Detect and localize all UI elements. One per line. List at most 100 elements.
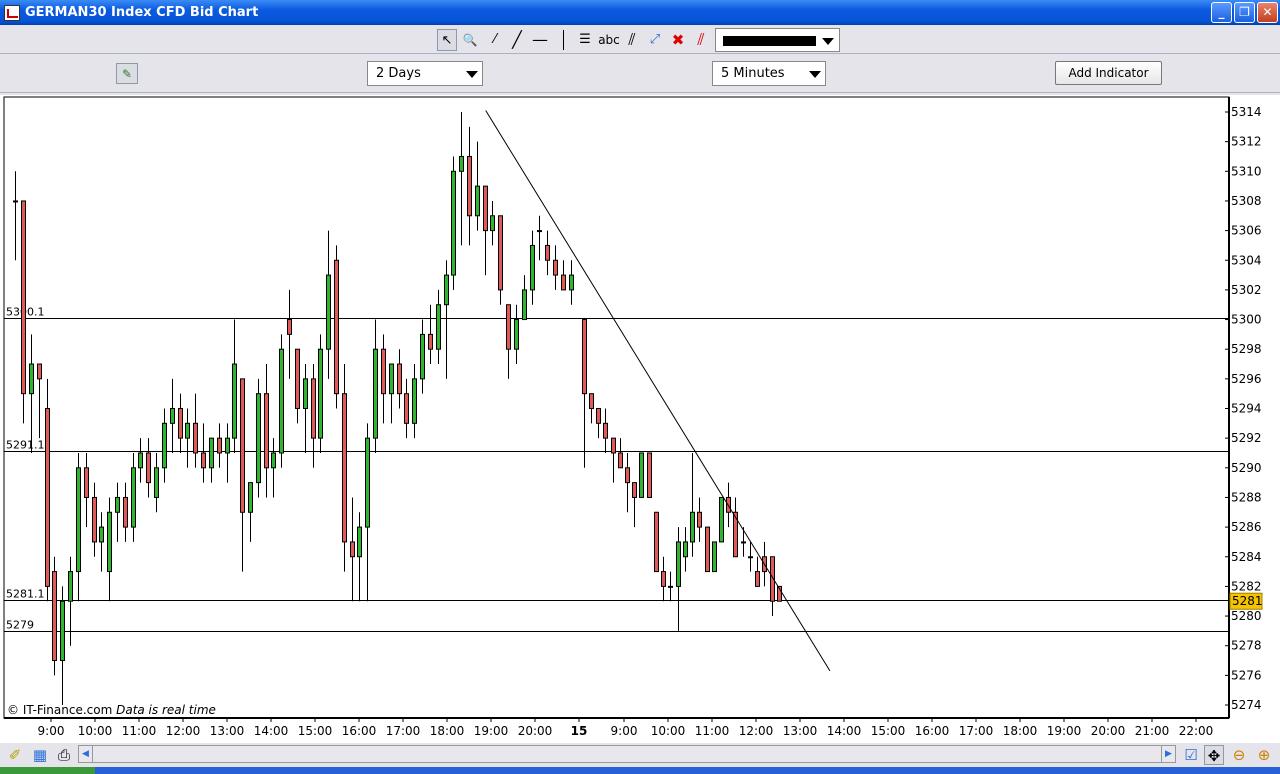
candle-body xyxy=(84,467,89,498)
zoom-icon: 🔍 xyxy=(462,33,478,47)
x-tick-label: 22:00 xyxy=(1179,724,1214,738)
zoom-in-icon[interactable]: ⊕ xyxy=(1254,745,1274,765)
candle xyxy=(52,556,57,676)
y-tick-label: 5280 xyxy=(1231,609,1262,623)
extend-line-tool[interactable]: ⤢ xyxy=(645,29,665,51)
y-tick-label: 5284 xyxy=(1231,550,1262,564)
candle-body xyxy=(37,363,42,380)
candle xyxy=(318,334,323,453)
plot-frame xyxy=(3,96,1230,719)
pan-icon[interactable]: ✥ xyxy=(1204,745,1224,765)
candle-body xyxy=(232,363,237,439)
candle-body xyxy=(490,215,495,232)
minimize-button[interactable]: _ xyxy=(1211,2,1232,23)
properties-icon[interactable]: ▦ xyxy=(30,745,50,765)
print-icon[interactable]: ⎙ xyxy=(54,745,74,765)
candle-body xyxy=(506,304,511,350)
bottom-toolbar: ✐ ▦ ⎙ ◀ ▶ ☑ ✥ ⊖ ⊕ xyxy=(0,743,1280,767)
x-tick-label: 18:00 xyxy=(1003,724,1038,738)
candle-body xyxy=(264,393,269,469)
candle-body xyxy=(146,452,151,484)
delete-all-lines-tool[interactable]: ⫽ xyxy=(691,29,711,51)
zoom-out-icon[interactable]: ⊖ xyxy=(1229,745,1249,765)
x-tick-label: 16:00 xyxy=(915,724,950,738)
taskbar xyxy=(0,767,1280,774)
candle xyxy=(647,452,652,498)
candle-body xyxy=(404,393,409,424)
window-title: GERMAN30 Index CFD Bid Chart xyxy=(25,5,259,20)
horizontal-line-tool[interactable]: — xyxy=(530,29,550,51)
scroll-right-button[interactable]: ▶ xyxy=(1161,746,1175,762)
horizontal-scrollbar[interactable]: ◀ ▶ xyxy=(78,745,1176,763)
candle-body xyxy=(582,319,587,395)
chart-properties-button[interactable]: ✎ xyxy=(116,63,138,84)
candle-body xyxy=(295,348,300,409)
interval-select[interactable]: 5 Minutes xyxy=(712,61,826,86)
candle-body xyxy=(342,393,347,543)
candle-body xyxy=(68,571,73,602)
candle-body xyxy=(561,274,566,291)
chevron-down-icon xyxy=(466,71,478,78)
y-tick-label: 5292 xyxy=(1231,431,1262,445)
y-tick-label: 5312 xyxy=(1231,135,1262,149)
candle-body xyxy=(29,363,34,395)
candle-body xyxy=(483,185,488,232)
candle-body xyxy=(209,437,214,469)
candle-body xyxy=(639,452,644,498)
candle-body xyxy=(271,452,276,469)
candle-body xyxy=(154,467,159,498)
candle xyxy=(654,511,659,573)
candle-body xyxy=(170,408,175,424)
x-tick-label: 12:00 xyxy=(166,724,201,738)
parallel-lines-tool[interactable]: ⫽ xyxy=(622,29,642,51)
y-tick-label: 5300 xyxy=(1231,313,1262,327)
candle-body xyxy=(514,319,519,350)
delete-tool[interactable]: ✖ xyxy=(668,29,688,51)
candle-body xyxy=(248,482,253,513)
short-line-tool[interactable]: ⁄ xyxy=(485,29,505,51)
y-tick-label: 5302 xyxy=(1231,283,1262,297)
candle-body xyxy=(467,155,472,217)
line-color-select[interactable] xyxy=(715,28,840,52)
period-select[interactable]: 2 Days xyxy=(367,61,483,86)
y-tick-label: 5288 xyxy=(1231,490,1262,504)
price-chart[interactable]: 5274 5276 5278 5280 5282 5284 5286 5288 5290 5292… xyxy=(0,95,1280,743)
y-tick-label: 5310 xyxy=(1231,164,1262,178)
chart-edit-icon: ✎ xyxy=(121,67,133,81)
day-label: 15 xyxy=(571,724,588,738)
fibonacci-tool[interactable]: ☰ xyxy=(575,29,595,51)
chart-canvas[interactable]: 5274 5276 5278 5280 5282 5284 5286 5288 5290 5292… xyxy=(0,95,1280,743)
candle-body xyxy=(279,348,284,454)
candle-body xyxy=(389,363,394,395)
snapshot-icon[interactable]: ☑ xyxy=(1181,745,1201,765)
start-button[interactable] xyxy=(0,767,95,774)
candle xyxy=(279,334,284,468)
candle-body xyxy=(522,289,527,321)
candle xyxy=(256,378,261,498)
text-tool[interactable]: abc xyxy=(597,29,621,51)
line-color-swatch xyxy=(723,36,816,46)
trend-line-tool[interactable]: ╱ xyxy=(507,29,527,51)
x-tick-label: 10:00 xyxy=(78,724,113,738)
y-tick-label: 5282 xyxy=(1231,579,1262,593)
candle-body xyxy=(240,378,245,513)
candle-body xyxy=(318,348,323,439)
candle-body xyxy=(326,274,331,350)
scroll-left-button[interactable]: ◀ xyxy=(79,746,93,762)
close-button[interactable]: ✕ xyxy=(1257,2,1278,23)
candle-body xyxy=(661,571,666,587)
pointer-tool[interactable]: ↖ xyxy=(437,29,457,51)
x-tick-label: 11:00 xyxy=(695,724,730,738)
extend-line-icon: ⤢ xyxy=(649,32,661,47)
candle-body xyxy=(625,467,630,484)
candle-body xyxy=(76,467,81,573)
short-line-icon: ⁄ xyxy=(493,32,497,47)
add-indicator-button[interactable]: Add Indicator xyxy=(1055,61,1162,85)
y-tick-label: 5306 xyxy=(1231,224,1262,238)
maximize-button[interactable]: ❐ xyxy=(1234,2,1255,23)
paint-brush-icon[interactable]: ✐ xyxy=(5,745,25,765)
y-tick-label: 5278 xyxy=(1231,639,1262,653)
zoom-tool[interactable]: 🔍 xyxy=(460,29,480,51)
candle-body xyxy=(397,363,402,395)
candle-body xyxy=(115,496,120,513)
